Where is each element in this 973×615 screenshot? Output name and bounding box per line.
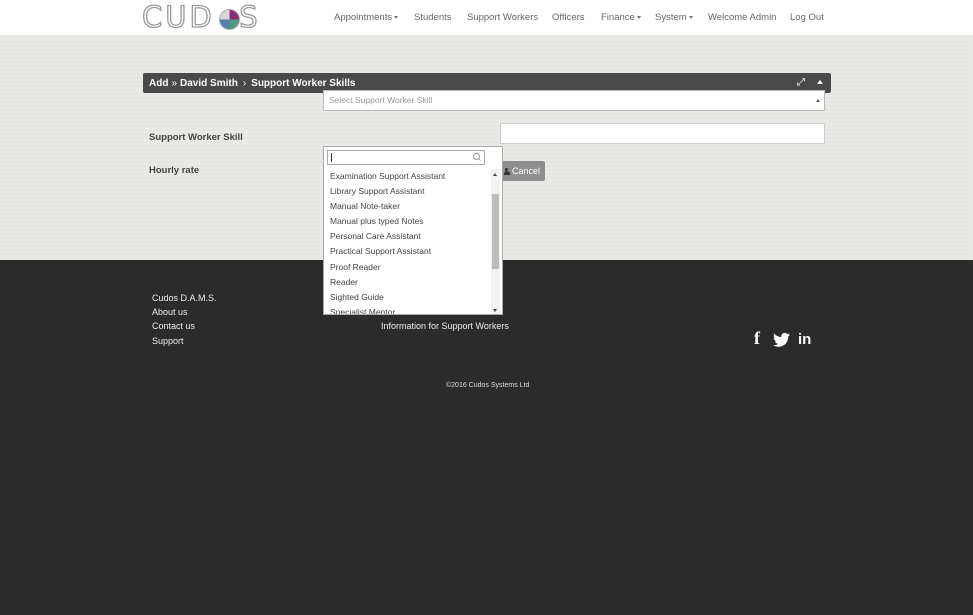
footer-link-support[interactable]: Support bbox=[152, 336, 184, 346]
logo-text: CUD S bbox=[141, 0, 261, 34]
caret-down-icon bbox=[394, 15, 399, 19]
dropdown-scrollbar[interactable] bbox=[491, 169, 500, 314]
search-icon bbox=[473, 153, 481, 161]
linkedin-icon[interactable]: in bbox=[798, 331, 811, 348]
skill-dropdown: Examination Support Assistant Library Su… bbox=[323, 146, 503, 315]
nav-students[interactable]: Students bbox=[414, 12, 452, 23]
nav-appointments[interactable]: Appointments bbox=[334, 12, 399, 23]
text-cursor bbox=[331, 153, 332, 162]
caret-down-icon bbox=[688, 15, 693, 19]
breadcrumb-separator: › bbox=[242, 77, 247, 89]
hourly-rate-input[interactable] bbox=[500, 123, 825, 144]
caret-down-icon bbox=[636, 15, 641, 19]
select-arrow-up-icon bbox=[816, 99, 820, 102]
dropdown-option[interactable]: Personal Care Assistant bbox=[324, 229, 492, 244]
twitter-icon[interactable] bbox=[773, 332, 790, 348]
nav-officers[interactable]: Officers bbox=[552, 12, 585, 23]
breadcrumb-section: Support Worker Skills bbox=[251, 77, 356, 89]
dropdown-list: Examination Support Assistant Library Su… bbox=[324, 169, 492, 314]
cancel-label: Cancel bbox=[511, 166, 540, 176]
nav-welcome[interactable]: Welcome Admin bbox=[708, 12, 776, 23]
nav-appointments-label: Appointments bbox=[334, 12, 393, 23]
scroll-up-icon[interactable] bbox=[493, 173, 497, 176]
nav-finance[interactable]: Finance bbox=[601, 12, 641, 23]
scrollbar-thumb[interactable] bbox=[492, 194, 499, 269]
footer-link-support-workers-info[interactable]: Information for Support Workers bbox=[381, 321, 509, 331]
nav-support-workers[interactable]: Support Workers bbox=[467, 12, 538, 23]
nav-finance-label: Finance bbox=[601, 12, 635, 23]
dropdown-option[interactable]: Manual plus typed Notes bbox=[324, 214, 492, 229]
copyright-text: ©2016 Cudos Systems Ltd bbox=[446, 382, 530, 389]
dropdown-option[interactable]: Practical Support Assistant bbox=[324, 244, 492, 259]
footer-link-contact[interactable]: Contact us bbox=[152, 321, 195, 331]
cudos-logo[interactable]: CUD S bbox=[141, 0, 266, 34]
footer-link-about[interactable]: About us bbox=[152, 307, 188, 317]
breadcrumb-person[interactable]: David Smith bbox=[180, 78, 238, 89]
dropdown-option[interactable]: Reader bbox=[324, 275, 492, 290]
skill-select[interactable]: Select Support Worker Skill bbox=[323, 90, 825, 111]
expand-icon[interactable]: ⤢ bbox=[797, 77, 808, 88]
dropdown-option[interactable]: Proof Reader bbox=[324, 260, 492, 275]
dropdown-option[interactable]: Specialist Mentor bbox=[324, 305, 492, 314]
nav-system-label: System bbox=[655, 12, 687, 23]
skill-label: Support Worker Skill bbox=[149, 132, 243, 143]
facebook-icon[interactable]: f bbox=[754, 328, 760, 349]
rate-label: Hourly rate bbox=[149, 165, 200, 176]
skill-select-placeholder: Select Support Worker Skill bbox=[329, 95, 433, 105]
dropdown-option[interactable]: Sighted Guide bbox=[324, 290, 492, 305]
dropdown-option[interactable]: Manual Note-taker bbox=[324, 199, 492, 214]
scroll-down-icon[interactable] bbox=[493, 309, 497, 312]
cancel-button[interactable]: Cancel bbox=[499, 161, 545, 181]
footer-link-cudos-dams[interactable]: Cudos D.A.M.S. bbox=[152, 293, 217, 303]
nav-logout[interactable]: Log Out bbox=[790, 12, 824, 23]
dropdown-option[interactable]: Library Support Assistant bbox=[324, 184, 492, 199]
logo-emblem-icon bbox=[219, 9, 240, 30]
breadcrumb-separator: » bbox=[171, 77, 178, 89]
breadcrumb-add: Add bbox=[149, 77, 169, 89]
nav-system[interactable]: System bbox=[655, 12, 693, 23]
navbar: CUD S Appointments Students Support Work… bbox=[0, 0, 973, 36]
dropdown-option[interactable]: Examination Support Assistant bbox=[324, 169, 492, 184]
collapse-up-icon[interactable] bbox=[817, 80, 823, 84]
user-icon bbox=[503, 167, 510, 175]
dropdown-search-input[interactable] bbox=[327, 150, 485, 165]
